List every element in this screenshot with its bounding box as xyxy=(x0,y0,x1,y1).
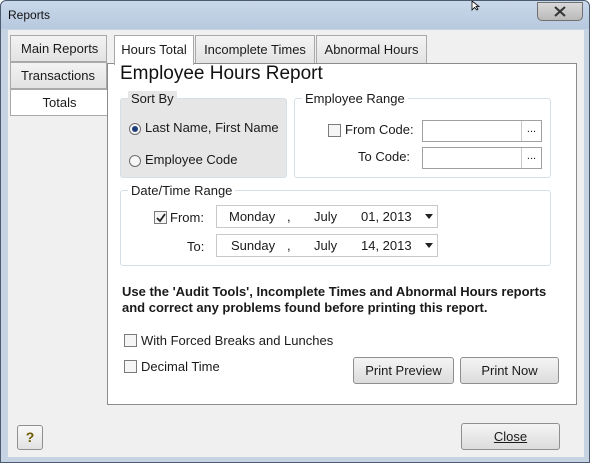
forced-breaks-checkbox[interactable] xyxy=(124,334,137,347)
reports-window: Reports Main Reports Transactions Totals… xyxy=(0,0,590,463)
hours-total-panel: Employee Hours Report Sort By Last Name,… xyxy=(107,63,577,405)
to-sep: , xyxy=(287,238,291,253)
tab-incomplete-times-label: Incomplete Times xyxy=(204,42,306,57)
tab-main-reports-label: Main Reports xyxy=(21,41,99,56)
chevron-down-icon[interactable] xyxy=(425,214,433,219)
to-date-picker[interactable]: Sunday , July 14, 2013 xyxy=(216,234,438,257)
tab-transactions[interactable]: Transactions xyxy=(10,62,107,89)
print-now-button[interactable]: Print Now xyxy=(460,357,559,384)
window-close-button[interactable] xyxy=(537,2,583,21)
from-code-checkbox[interactable] xyxy=(328,124,341,137)
title-bar[interactable]: Reports xyxy=(1,1,589,29)
to-month: July xyxy=(314,238,338,253)
to-code-label: To Code: xyxy=(358,149,411,164)
audit-note: Use the 'Audit Tools', Incomplete Times … xyxy=(122,284,547,315)
sort-employee-code-label[interactable]: Employee Code xyxy=(145,152,238,167)
sort-employee-code-radio[interactable] xyxy=(129,155,141,167)
to-date: 14, 2013 xyxy=(361,238,412,253)
decimal-time-checkbox[interactable] xyxy=(124,360,137,373)
from-code-browse-button[interactable]: ... xyxy=(521,121,541,141)
sort-by-label: Sort By xyxy=(128,91,177,106)
tab-abnormal-hours-label: Abnormal Hours xyxy=(324,42,419,57)
close-icon xyxy=(554,6,566,17)
from-day: Monday xyxy=(229,209,276,224)
page-title: Employee Hours Report xyxy=(120,63,323,84)
checkmark-icon xyxy=(156,213,166,223)
sort-last-name-label[interactable]: Last Name, First Name xyxy=(145,120,279,135)
print-preview-button[interactable]: Print Preview xyxy=(353,357,454,384)
tab-totals[interactable]: Totals xyxy=(10,89,108,116)
to-code-browse-button[interactable]: ... xyxy=(521,148,541,168)
tab-incomplete-times[interactable]: Incomplete Times xyxy=(195,35,315,64)
window-title: Reports xyxy=(8,8,51,22)
from-date-label: From: xyxy=(170,210,204,225)
from-date-picker[interactable]: Monday , July 01, 2013 xyxy=(216,205,438,228)
tab-hours-total-label: Hours Total xyxy=(121,42,187,57)
date-range-group: Date/Time Range From: Monday , July 01, … xyxy=(120,183,551,266)
from-sep: , xyxy=(287,209,291,224)
sort-by-group: Sort By Last Name, First Name Employee C… xyxy=(120,91,287,178)
tab-totals-label: Totals xyxy=(42,95,77,110)
tab-main-reports[interactable]: Main Reports xyxy=(10,35,107,62)
from-code-label: From Code: xyxy=(345,122,414,137)
mouse-cursor-icon xyxy=(471,1,481,11)
employee-range-label: Employee Range xyxy=(302,91,408,106)
to-date-label: To: xyxy=(187,239,205,254)
decimal-time-label[interactable]: Decimal Time xyxy=(141,359,220,374)
chevron-down-icon[interactable] xyxy=(425,243,433,248)
to-code-field[interactable]: ... xyxy=(422,147,542,169)
from-date: 01, 2013 xyxy=(361,209,412,224)
date-range-label: Date/Time Range xyxy=(128,183,236,198)
close-button[interactable]: Close xyxy=(461,423,560,450)
employee-range-group: Employee Range From Code: ... To Code: .… xyxy=(294,91,551,178)
tab-hours-total[interactable]: Hours Total xyxy=(114,35,194,65)
tab-transactions-label: Transactions xyxy=(21,68,95,83)
to-day: Sunday xyxy=(231,238,276,253)
dialog-client-area: Main Reports Transactions Totals Hours T… xyxy=(8,30,584,457)
from-month: July xyxy=(314,209,338,224)
tab-abnormal-hours[interactable]: Abnormal Hours xyxy=(316,35,427,64)
from-date-checkbox[interactable] xyxy=(154,211,167,224)
from-code-field[interactable]: ... xyxy=(422,120,542,142)
sort-last-name-radio[interactable] xyxy=(129,123,141,135)
help-icon: ? xyxy=(25,429,35,445)
forced-breaks-label[interactable]: With Forced Breaks and Lunches xyxy=(141,333,333,348)
help-button[interactable]: ? xyxy=(17,425,43,450)
